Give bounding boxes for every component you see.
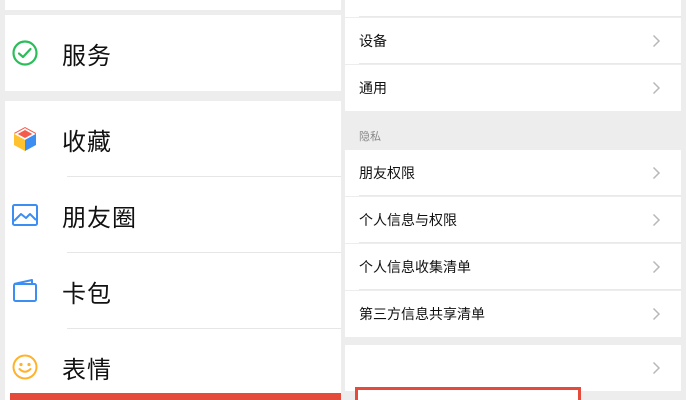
- menu-item-stickers[interactable]: 表情: [5, 329, 341, 400]
- settings-item-label: 第三方信息共享清单: [359, 307, 485, 323]
- menu-item-label: 收藏: [62, 127, 112, 156]
- menu-item-label: 表情: [62, 355, 112, 384]
- services-icon: [10, 38, 40, 68]
- divider: [359, 16, 681, 17]
- settings-panel: 设备 通用 隐私 朋友权限 个人信息与权限 个人信息收集清单 第三方信息共享清单: [345, 0, 686, 400]
- divider: [359, 289, 681, 290]
- settings-item-friend-permissions[interactable]: 朋友权限: [345, 150, 681, 196]
- settings-item-label: 个人信息收集清单: [359, 260, 471, 276]
- menu-item-favorites[interactable]: 收藏: [5, 101, 341, 177]
- divider: [359, 63, 681, 64]
- chevron-right-icon: [652, 213, 661, 227]
- highlight-box: [355, 387, 581, 400]
- menu-item-label: 朋友圈: [62, 203, 137, 232]
- menu-item-moments[interactable]: 朋友圈: [5, 177, 341, 253]
- menu-item-label: 卡包: [62, 279, 112, 308]
- settings-item-label: 个人信息与权限: [359, 213, 457, 229]
- settings-item-label: 朋友权限: [359, 166, 415, 182]
- settings-item-general[interactable]: 通用: [345, 65, 681, 111]
- card-wallet-icon: [10, 276, 40, 306]
- smiley-icon: [10, 352, 40, 382]
- chevron-right-icon: [652, 166, 661, 180]
- settings-item-label: 设备: [359, 34, 387, 50]
- settings-item-personal-info-permissions[interactable]: 个人信息与权限: [345, 197, 681, 243]
- settings-item-label: 通用: [359, 81, 387, 97]
- divider: [359, 195, 681, 196]
- highlight-box-edge: [10, 393, 341, 400]
- chevron-right-icon: [652, 34, 661, 48]
- section-title: 隐私: [359, 130, 381, 143]
- previous-item-fragment: [345, 0, 681, 17]
- chevron-right-icon: [652, 260, 661, 274]
- settings-item-devices[interactable]: 设备: [345, 18, 681, 64]
- moments-picture-icon: [10, 200, 40, 230]
- chevron-right-icon: [652, 81, 661, 95]
- menu-item-label: 服务: [62, 41, 112, 70]
- menu-item-services[interactable]: 服务: [5, 15, 341, 91]
- settings-item-personal-info-collection[interactable]: 个人信息收集清单: [345, 244, 681, 290]
- chevron-right-icon: [652, 361, 661, 375]
- me-menu-panel: 服务 收藏 朋友圈 卡包 表情: [0, 0, 341, 400]
- chevron-right-icon: [652, 307, 661, 321]
- settings-item-blurred[interactable]: [345, 345, 681, 391]
- divider: [359, 242, 681, 243]
- previous-item-fragment: [5, 0, 341, 10]
- menu-item-card-wallet[interactable]: 卡包: [5, 253, 341, 329]
- settings-item-third-party-sharing[interactable]: 第三方信息共享清单: [345, 291, 681, 337]
- favorites-cube-icon: [10, 124, 40, 154]
